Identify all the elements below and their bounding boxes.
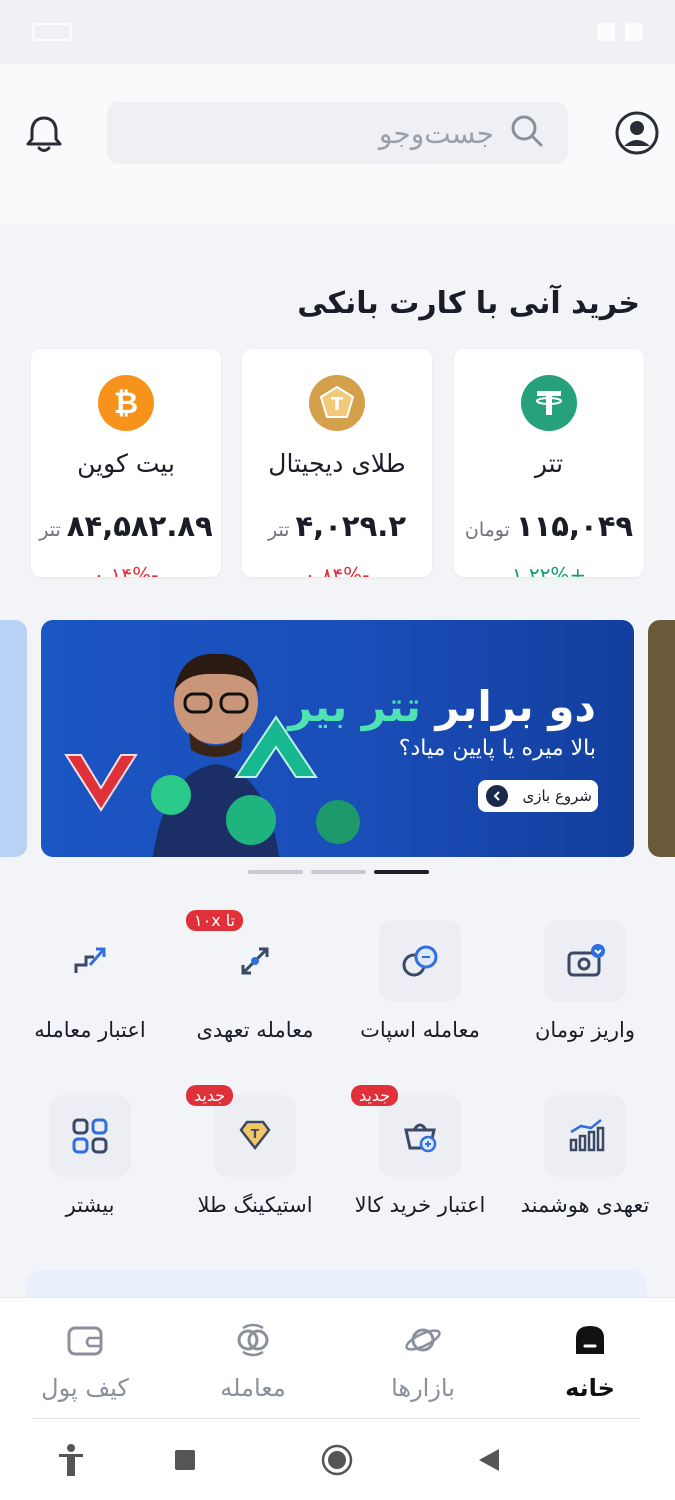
coin-name: تتر xyxy=(534,449,564,478)
margin-trade-icon: تا ۱۰x xyxy=(186,910,296,1002)
coin-price: ۱۱۵,۰۴۹ xyxy=(515,509,634,543)
service-gold-staking[interactable]: جدید T استیکینگ طلا xyxy=(175,1085,335,1217)
spot-trade-icon xyxy=(379,920,461,1002)
bell-icon[interactable] xyxy=(22,112,66,156)
banner-title-accent: تتر بیر xyxy=(288,682,421,731)
nav-wallet[interactable]: کیف پول xyxy=(10,1318,160,1402)
promo-banner[interactable]: دو برابر تتر بیر بالا میره یا پایین میاد… xyxy=(41,620,634,857)
back-icon[interactable] xyxy=(472,1443,506,1477)
instant-buy-title: خرید آنی با کارت بانکی xyxy=(297,286,640,321)
service-deposit-toman[interactable]: واریز تومان xyxy=(505,920,665,1042)
search-icon xyxy=(508,112,546,154)
start-game-label: شروع بازی xyxy=(522,787,592,805)
nav-home[interactable]: خانه xyxy=(515,1318,665,1402)
service-label: واریز تومان xyxy=(535,1018,635,1042)
banner-subtitle: بالا میره یا پایین میاد؟ xyxy=(398,736,596,761)
service-label: اعتبار خرید کالا xyxy=(354,1193,486,1217)
coin-price-row: ۱۱۵,۰۴۹ تومان xyxy=(454,509,644,543)
purchase-credit-icon: جدید xyxy=(351,1085,461,1177)
service-purchase-credit[interactable]: جدید اعتبار خرید کالا xyxy=(340,1085,500,1217)
trade-credit-icon xyxy=(49,920,131,1002)
battery-icon xyxy=(32,23,72,41)
down-arrow-icon xyxy=(64,754,138,812)
nav-label: خانه xyxy=(565,1374,615,1402)
service-margin-trade[interactable]: تا ۱۰x معامله تعهدی xyxy=(175,910,335,1042)
app-icon xyxy=(625,23,643,41)
coin-price-unit: تتر xyxy=(39,519,61,541)
banner-title-white: دو برابر xyxy=(435,682,596,731)
wallet-icon xyxy=(63,1318,107,1362)
banner-title: دو برابر تتر بیر xyxy=(288,682,596,731)
coin-card-bitcoin[interactable]: ₿ بیت کوین ۸۴,۵۸۲.۸۹ تتر -۰.۱۴% xyxy=(31,349,221,577)
more-grid-icon xyxy=(49,1095,131,1177)
accessibility-icon[interactable] xyxy=(54,1443,88,1477)
prev-banner-peek[interactable] xyxy=(0,620,27,857)
carousel-dot-active[interactable] xyxy=(374,870,429,874)
service-label: معامله تعهدی xyxy=(196,1018,314,1042)
service-label: تعهدی هوشمند xyxy=(520,1193,650,1217)
carousel-indicator xyxy=(248,870,429,874)
service-spot-trade[interactable]: معامله اسپات xyxy=(340,920,500,1042)
notification-icon xyxy=(597,23,615,41)
service-trade-credit[interactable]: اعتبار معامله xyxy=(10,920,170,1042)
service-label: اعتبار معامله xyxy=(34,1018,146,1042)
carousel-dot[interactable] xyxy=(311,870,366,874)
status-bar-left xyxy=(32,23,72,41)
home-icon xyxy=(568,1318,612,1362)
coin-price-row: ۸۴,۵۸۲.۸۹ تتر xyxy=(31,509,221,543)
tether-coin-icon xyxy=(226,795,276,845)
profile-icon[interactable] xyxy=(614,110,660,156)
exchange-icon xyxy=(231,1318,275,1362)
badge-new: جدید xyxy=(351,1085,399,1106)
coin-card-tether[interactable]: تتر ۱۱۵,۰۴۹ تومان +۱.۲۲% xyxy=(454,349,644,577)
svg-text:T: T xyxy=(331,394,344,415)
planet-icon xyxy=(401,1318,445,1362)
svg-text:T: T xyxy=(251,1127,260,1141)
home-button-icon[interactable] xyxy=(320,1443,354,1477)
carousel-dot[interactable] xyxy=(248,870,303,874)
coin-change: -۰.۸۴% xyxy=(304,563,370,577)
service-label: معامله اسپات xyxy=(360,1018,480,1042)
coin-price-unit: تتر xyxy=(267,519,290,541)
nav-trade[interactable]: معامله xyxy=(178,1318,328,1402)
coin-card-digital-gold[interactable]: T طلای دیجیتال ۴,۰۲۹.۲ تتر -۰.۸۴% xyxy=(242,349,432,577)
start-game-button[interactable]: شروع بازی xyxy=(478,780,598,812)
service-smart-margin[interactable]: تعهدی هوشمند xyxy=(505,1095,665,1217)
bottom-navigation: خانه بازارها معامله کیف پول xyxy=(0,1297,675,1419)
chevron-left-icon xyxy=(486,785,508,807)
system-navigation-bar xyxy=(0,1419,675,1500)
tether-coin-icon xyxy=(316,800,360,844)
service-label: استیکینگ طلا xyxy=(197,1193,313,1217)
badge-new: جدید xyxy=(186,1085,234,1106)
smart-margin-icon xyxy=(544,1095,626,1177)
gold-tether-icon: T xyxy=(309,375,365,431)
deposit-icon xyxy=(544,920,626,1002)
status-bar-right xyxy=(597,23,643,41)
gold-staking-icon: جدید T xyxy=(186,1085,296,1177)
badge-leverage: تا ۱۰x xyxy=(186,910,244,931)
search-placeholder: جست‌وجو xyxy=(378,116,494,150)
coin-price: ۴,۰۲۹.۲ xyxy=(295,509,407,543)
coin-change: +۱.۲۲% xyxy=(511,563,587,577)
status-bar xyxy=(0,0,675,64)
tether-icon xyxy=(521,375,577,431)
search-input[interactable]: جست‌وجو xyxy=(107,102,568,164)
nav-label: بازارها xyxy=(391,1374,455,1402)
coin-price: ۸۴,۵۸۲.۸۹ xyxy=(66,509,213,543)
coin-price-row: ۴,۰۲۹.۲ تتر xyxy=(242,509,432,543)
tether-coin-icon xyxy=(151,775,191,815)
bitcoin-icon: ₿ xyxy=(98,375,154,431)
coin-name: طلای دیجیتال xyxy=(268,449,406,478)
coin-change: -۰.۱۴% xyxy=(93,563,159,577)
nav-label: معامله xyxy=(220,1374,286,1402)
next-banner-peek[interactable] xyxy=(648,620,675,857)
recents-icon[interactable] xyxy=(168,1443,202,1477)
nav-label: کیف پول xyxy=(41,1374,129,1402)
coin-name: بیت کوین xyxy=(77,449,175,478)
service-label: بیشتر xyxy=(65,1193,115,1217)
nav-markets[interactable]: بازارها xyxy=(348,1318,498,1402)
coin-price-unit: تومان xyxy=(464,519,510,541)
service-more[interactable]: بیشتر xyxy=(10,1095,170,1217)
